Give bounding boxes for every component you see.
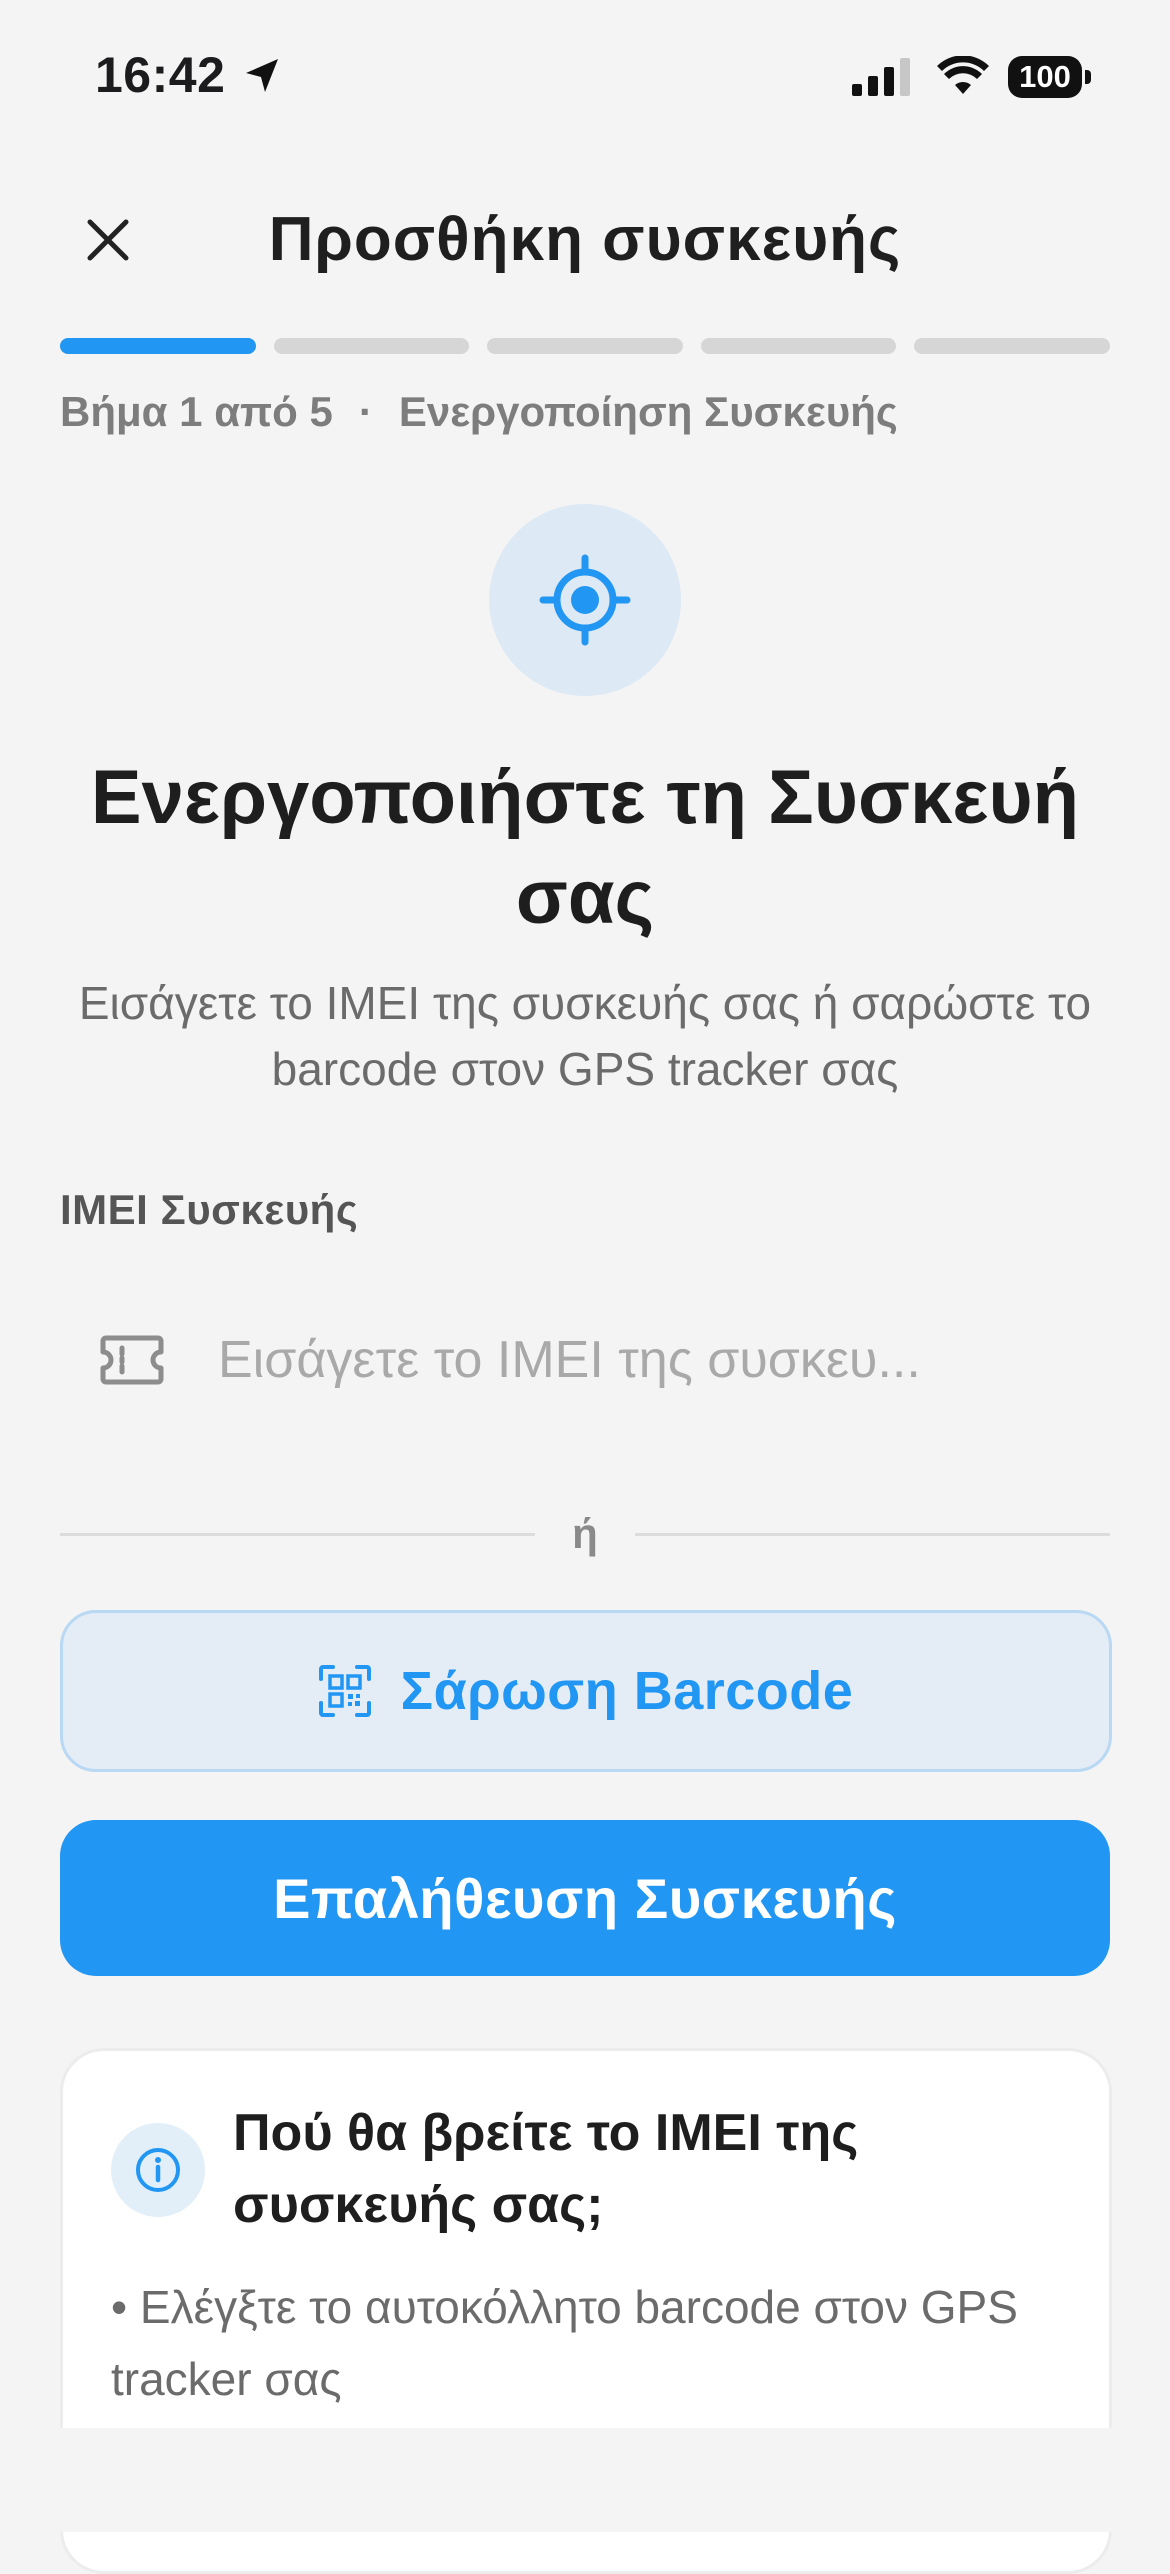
step-count: Βήμα 1 από 5: [60, 388, 333, 435]
bottom-clip: [0, 2428, 1170, 2532]
battery-cap: [1085, 70, 1091, 84]
location-arrow-icon: [246, 59, 278, 92]
imei-field[interactable]: [60, 1300, 1110, 1420]
imei-input[interactable]: [218, 1330, 1038, 1390]
or-divider: ή: [60, 1504, 1110, 1564]
status-time: 16:42: [95, 47, 226, 103]
ticket-card-icon: [100, 1335, 164, 1385]
step-indicator: Βήμα 1 από 5 · Ενεργοποίηση Συσκευής: [60, 388, 898, 436]
cellular-signal-icon: [852, 58, 910, 96]
progress-segment-4: [700, 338, 897, 354]
gps-target-icon: [539, 554, 631, 646]
battery-indicator: 100: [1008, 56, 1092, 98]
progress-segment-3: [487, 338, 683, 354]
divider-text: ή: [572, 1510, 598, 1557]
help-card-title: Πού θα βρείτε το IMEI της συσκευής σας;: [233, 2104, 859, 2234]
step-separator: ·: [358, 388, 373, 435]
scan-barcode-label: Σάρωση Barcode: [400, 1661, 854, 1721]
divider-line-left: [60, 1532, 535, 1536]
wifi-icon: [937, 56, 989, 94]
hero-subtitle: Εισάγετε το IMEI της συσκευής σας ή σαρώ…: [78, 977, 1092, 1095]
step-progress-bar: [60, 338, 1110, 354]
hero-icon-circle: [489, 504, 681, 696]
progress-segment-2: [273, 338, 470, 354]
page-title: Προσθήκη συσκευής: [268, 205, 902, 274]
help-card-tip: • Ελέγξτε το αυτοκόλλητο barcode στον GP…: [111, 2281, 1018, 2405]
scan-barcode-button[interactable]: Σάρωση Barcode: [60, 1610, 1112, 1772]
progress-segment-5: [914, 338, 1110, 354]
status-bar: 16:42 100: [0, 0, 1170, 140]
hero-title: Ενεργοποιήστε τη Συσκευή σας: [90, 755, 1080, 940]
progress-segment-1: [60, 338, 256, 354]
qr-scan-icon: [318, 1665, 371, 1717]
verify-device-label: Επαλήθευση Συσκευής: [273, 1866, 897, 1930]
imei-field-label: IMEI Συσκευής: [60, 1186, 359, 1233]
verify-device-button[interactable]: Επαλήθευση Συσκευής: [60, 1820, 1110, 1976]
step-name: Ενεργοποίηση Συσκευής: [398, 388, 898, 435]
divider-line-right: [635, 1532, 1110, 1536]
info-icon: [136, 2148, 180, 2192]
battery-level: 100: [1008, 56, 1082, 98]
info-icon-circle: [111, 2123, 205, 2217]
